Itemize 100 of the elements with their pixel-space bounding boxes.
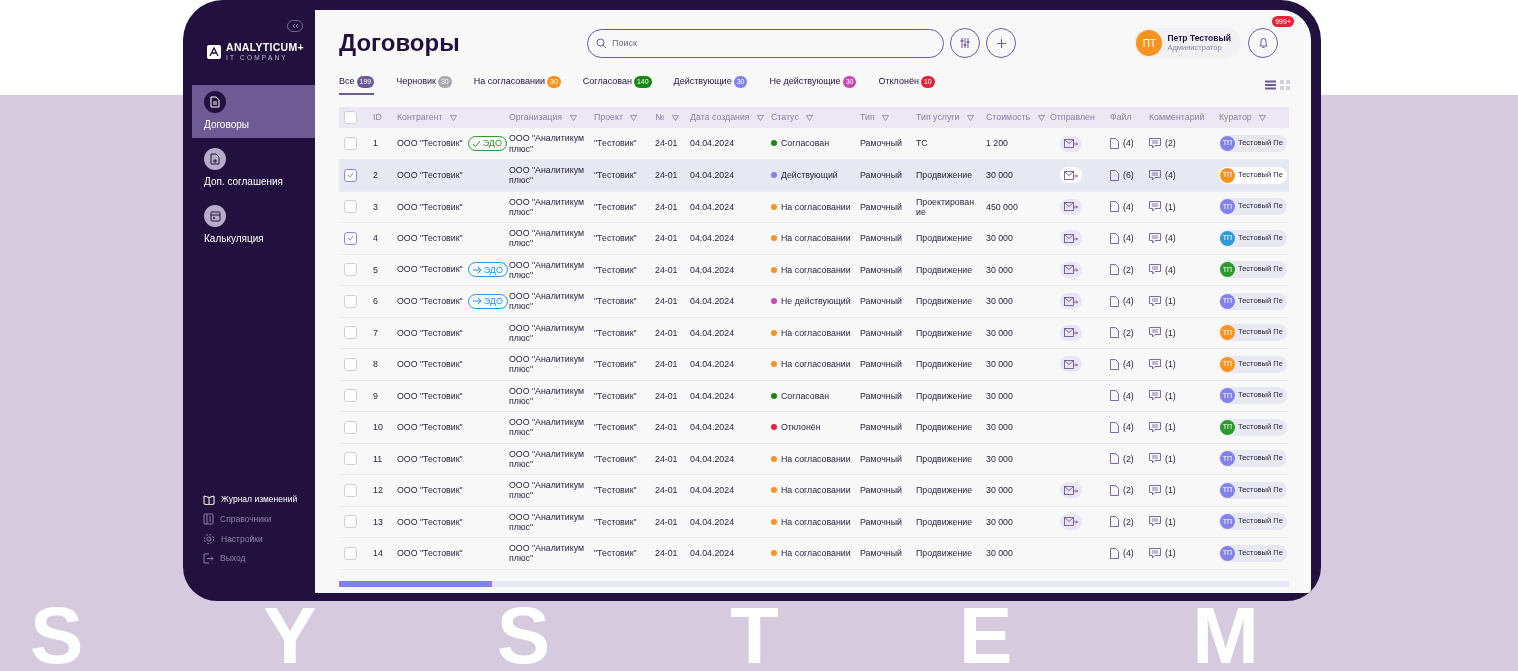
checkbox[interactable] [344,111,357,124]
table-cell: 11 [368,443,392,475]
column-header: Куратор [1219,111,1252,122]
file-icon [1110,201,1119,213]
table-cell: "Тестовик" [589,159,650,191]
checkbox[interactable] [344,546,357,560]
logout-icon [203,553,214,565]
file-icon [1110,516,1119,528]
table-cell-text: Продвижение [916,422,974,433]
calculator-icon [209,210,221,222]
column-header: Комментарий [1149,111,1205,122]
checkbox[interactable] [344,200,357,214]
edo-label: ЭДО [483,296,503,307]
column-header: Дата создания [690,111,750,122]
column-header: Контрагент [397,111,443,122]
table-cell: 24-01 [650,128,685,160]
sidebar-link[interactable]: Справочники [203,512,315,526]
table-cell: 30 000 [981,506,1045,538]
table-cell: 04.04.2024 [685,191,766,223]
envelope-arrow-icon [1064,233,1078,243]
scrollbar-thumb[interactable] [339,580,492,587]
search-field[interactable]: Поиск [587,28,944,58]
file-icon [1110,295,1119,307]
comment-icon [1149,264,1161,276]
table-cell: "Тестовик" [589,348,650,380]
checkbox[interactable] [344,483,357,497]
view-toggle[interactable] [1265,80,1276,90]
file-count: (4) [1123,359,1134,370]
table-cell: Рамочный [855,159,911,191]
sidebar-link[interactable]: Настройки [203,532,315,546]
table-cell: ООО "Аналитикум плюс" [509,417,584,438]
sidebar-item[interactable]: Калькуляция [192,199,315,252]
checkbox[interactable] [344,389,357,403]
sidebar-link[interactable]: Выход [203,552,315,565]
table-cell: ООО "Тестовик" [397,201,463,212]
table-cell: ООО "Тестовик" [397,170,463,181]
table-cell-text: Продвижение [916,327,974,338]
table-cell: 24-01 [650,191,685,223]
table-cell: ООО "Аналитикум плюс" [509,133,584,154]
comment-icon [1149,421,1161,433]
sidebar-item[interactable]: Договоры [192,85,315,138]
checkbox[interactable] [344,326,357,340]
table-cell: 04.04.2024 [685,159,766,191]
checkbox[interactable] [344,357,357,371]
file-icon [1110,232,1119,244]
status-text: На согласовании [781,327,851,338]
file-icon [1110,453,1119,465]
checkbox[interactable] [344,231,357,245]
table-cell: 5 [368,254,392,286]
table-cell: ООО "Тестовик" [397,485,463,496]
table-cell: "Тестовик" [589,222,650,254]
table-cell: 30 000 [981,317,1045,349]
logo-name: ANALYTICUM+ [226,42,304,53]
table-cell: 30 000 [981,411,1045,443]
table-cell: 3 [368,191,392,223]
comment-count: (2) [1165,138,1176,149]
table-cell: ООО "Тестовик" [397,516,463,527]
scrollbar-track[interactable] [339,580,1289,587]
file-count: (4) [1123,138,1134,149]
check-icon [347,172,354,179]
table-cell: 04.04.2024 [685,128,766,160]
column-header: Тип услуги [916,111,960,122]
checkbox[interactable] [344,137,357,150]
checkbox[interactable] [344,168,357,182]
table-cell: 24-01 [650,285,685,317]
file-count: (2) [1123,327,1134,338]
checkbox[interactable] [344,263,357,277]
table-cell: "Тестовик" [589,191,650,223]
sidebar-link[interactable]: Журнал изменений [203,493,315,506]
table-cell: "Тестовик" [589,285,650,317]
checkbox[interactable] [344,515,357,529]
comment-icon [1149,138,1161,149]
comment-icon [1149,453,1161,465]
table-cell: ООО "Аналитикум плюс" [509,448,584,469]
table-cell-text: Продвижение [916,485,974,496]
table-cell: ООО "Тестовик" [397,295,463,306]
user-name: Петр Тестовый [1167,34,1231,44]
comment-count: (1) [1165,453,1176,464]
table-cell: Рамочный [855,443,911,475]
search-icon [596,37,607,49]
envelope-arrow-icon [1064,485,1078,495]
sidebar-item[interactable]: Доп. соглашения [192,142,315,195]
table-cell: 1 [368,128,392,160]
view-toggle[interactable] [1280,80,1290,90]
checkbox[interactable] [344,452,357,466]
column-header: № [655,111,665,122]
table-cell: "Тестовик" [589,380,650,412]
checkbox[interactable] [344,420,357,434]
column-header: Стоимость [986,111,1031,122]
comment-count: (1) [1165,422,1176,433]
table-cell: ООО "Аналитикум плюс" [509,165,584,186]
table-cell-text: ТС [916,138,929,149]
table-cell: "Тестовик" [589,317,650,349]
checkbox[interactable] [344,294,357,308]
table-cell: 14 [368,537,392,569]
table-cell-text: Продвижение [916,359,974,370]
table-cell-text: Продвижение [916,548,974,559]
check-icon [347,235,354,242]
comment-count: (4) [1165,233,1176,244]
table-cell: "Тестовик" [589,474,650,506]
